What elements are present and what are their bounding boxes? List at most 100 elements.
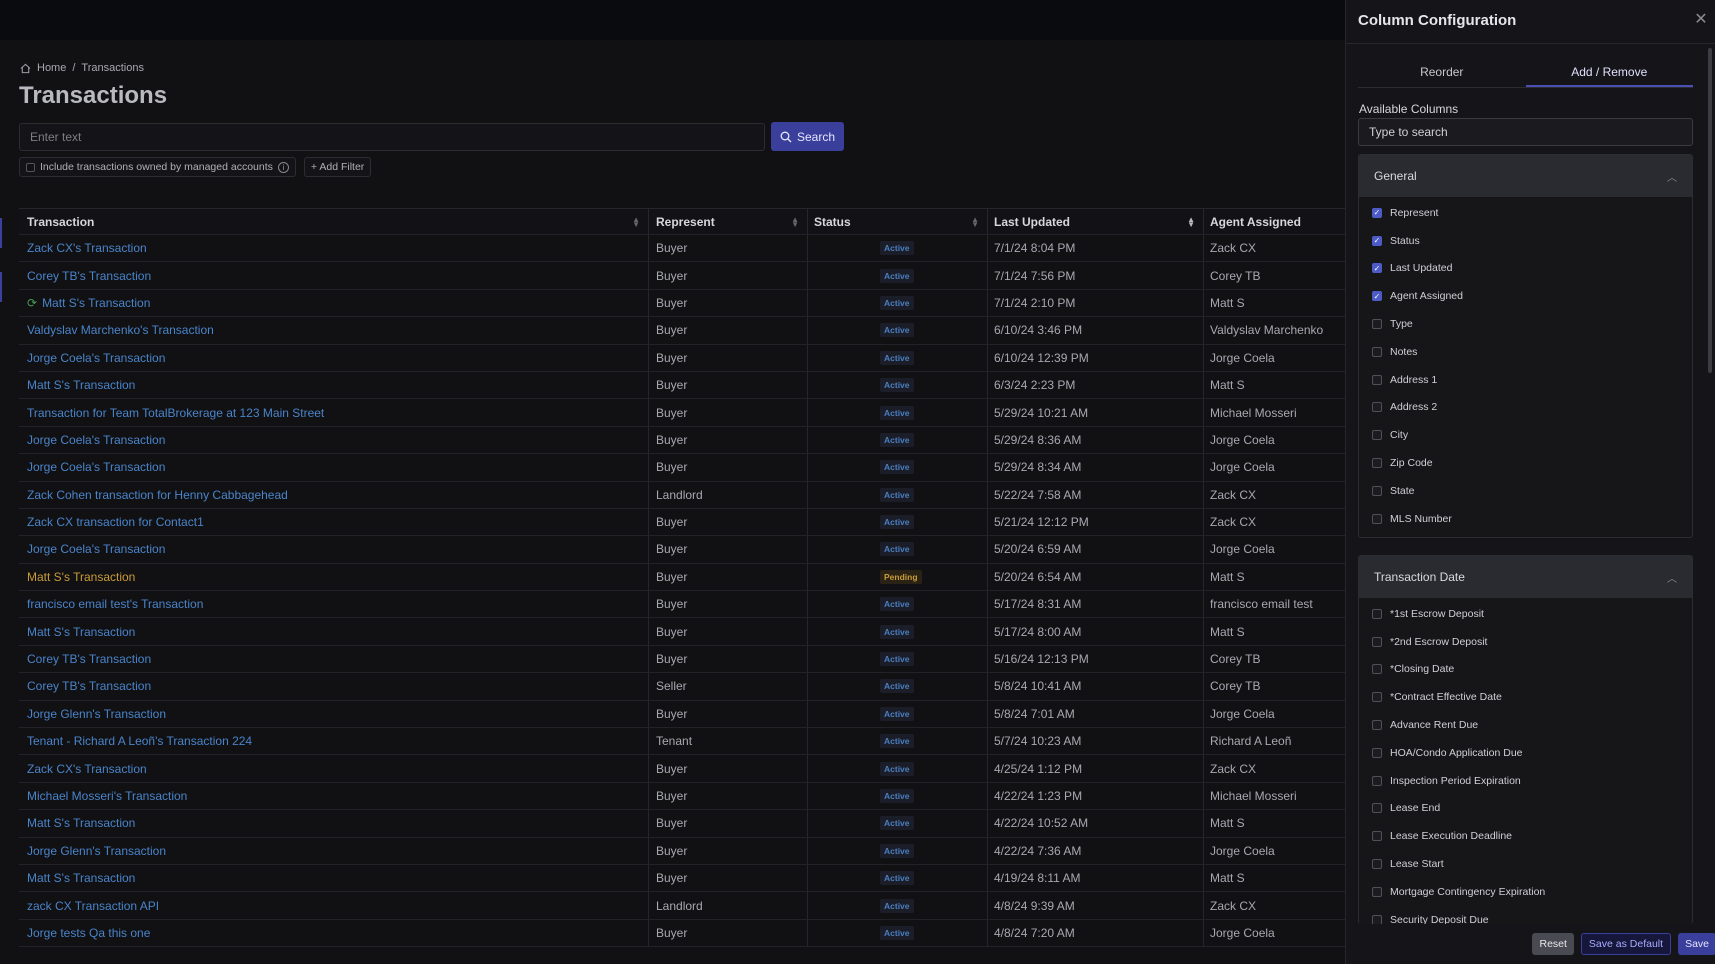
sort-icon[interactable]: ▲ ▼ bbox=[632, 216, 640, 229]
column-option[interactable]: Lease End bbox=[1359, 795, 1692, 823]
table-row[interactable]: francisco email test's Transaction Buyer A… bbox=[19, 591, 1345, 619]
table-row[interactable]: Valdyslav Marchenko's Transaction Buyer Ac… bbox=[19, 317, 1345, 345]
transaction-link[interactable]: Zack CX's Transaction bbox=[27, 762, 147, 776]
column-search-input[interactable] bbox=[1358, 118, 1693, 146]
transaction-link[interactable]: Matt S's Transaction bbox=[42, 296, 150, 310]
column-option[interactable]: City bbox=[1359, 421, 1692, 449]
column-header-status[interactable]: Status ▲ ▼ bbox=[808, 209, 988, 234]
checkbox[interactable]: ✓ bbox=[1372, 235, 1382, 246]
table-row[interactable]: Corey TB's Transaction Buyer Active 7/1/24 … bbox=[19, 262, 1345, 290]
add-filter-button[interactable]: + Add Filter bbox=[303, 157, 372, 177]
checkbox[interactable]: ✓ bbox=[1372, 207, 1382, 218]
table-row[interactable]: Jorge Coela's Transaction Buyer Active 6/10… bbox=[19, 344, 1345, 372]
tab-add-remove[interactable]: Add / Remove bbox=[1525, 60, 1693, 87]
save-as-default-button[interactable]: Save as Default bbox=[1580, 933, 1672, 955]
table-row[interactable]: Matt S's Transaction Buyer Active 4/22/24 1… bbox=[19, 810, 1345, 838]
column-option[interactable]: ✓ Represent bbox=[1359, 199, 1692, 227]
column-option[interactable]: ✓ Last Updated bbox=[1359, 255, 1692, 283]
close-icon[interactable]: ✕ bbox=[1693, 12, 1709, 28]
table-row[interactable]: Transaction for Team TotalBrokerage at 1… bbox=[19, 399, 1345, 427]
table-row[interactable]: Jorge Glenn's Transaction Buyer Active 5/8/… bbox=[19, 700, 1345, 729]
checkbox[interactable] bbox=[1372, 720, 1382, 731]
info-icon[interactable]: i bbox=[277, 161, 289, 173]
sort-desc-icon[interactable]: ▲ ▼ bbox=[1187, 216, 1195, 229]
search-input[interactable] bbox=[19, 123, 765, 151]
checkbox[interactable] bbox=[1372, 831, 1382, 842]
checkbox[interactable] bbox=[1372, 374, 1382, 385]
chevron-up-icon[interactable]: ︿ bbox=[1667, 570, 1677, 585]
column-option[interactable]: ✓ Status bbox=[1359, 227, 1692, 255]
transaction-link[interactable]: Michael Mosseri's Transaction bbox=[27, 789, 187, 803]
checkbox[interactable] bbox=[1372, 803, 1382, 814]
table-row[interactable]: Corey TB's Transaction Buyer Active 5/16/24… bbox=[19, 645, 1345, 674]
column-header-transaction[interactable]: Transaction ▲ ▼ bbox=[19, 209, 649, 234]
chevron-up-icon[interactable]: ︿ bbox=[1667, 169, 1677, 184]
table-row[interactable]: Matt S's Transaction Buyer Active 5/17/24 8… bbox=[19, 618, 1345, 646]
transaction-link[interactable]: Zack Cohen transaction for Henny Cabbage… bbox=[27, 488, 288, 502]
column-option[interactable]: Type bbox=[1359, 310, 1692, 338]
transaction-link[interactable]: Jorge Coela's Transaction bbox=[27, 351, 165, 365]
sort-icon[interactable]: ▲ ▼ bbox=[971, 216, 979, 229]
table-row[interactable]: ⟳ Matt S's Transaction Buyer Active 7/1/24 2… bbox=[19, 289, 1345, 318]
table-row[interactable]: Zack Cohen transaction for Henny Cabbage… bbox=[19, 481, 1345, 509]
sort-icon[interactable]: ▲ ▼ bbox=[791, 216, 799, 229]
transaction-link[interactable]: Corey TB's Transaction bbox=[27, 652, 151, 666]
column-option[interactable]: Notes bbox=[1359, 338, 1692, 366]
checkbox[interactable] bbox=[1372, 319, 1382, 330]
transaction-link[interactable]: Tenant - Richard A Leoñ's Transaction 22… bbox=[27, 734, 252, 748]
transaction-link[interactable]: Jorge Coela's Transaction bbox=[27, 460, 165, 474]
column-header-represent[interactable]: Represent ▲ ▼ bbox=[649, 209, 808, 234]
transaction-link[interactable]: Jorge Coela's Transaction bbox=[27, 433, 165, 447]
table-row[interactable]: Jorge Coela's Transaction Buyer Active 5/29… bbox=[19, 426, 1345, 455]
column-option[interactable]: Address 2 bbox=[1359, 394, 1692, 422]
transaction-link[interactable]: Jorge Coela's Transaction bbox=[27, 542, 165, 556]
checkbox[interactable]: ✓ bbox=[1372, 263, 1382, 274]
transaction-link[interactable]: Transaction for Team TotalBrokerage at 1… bbox=[27, 406, 324, 420]
transaction-link[interactable]: Matt S's Transaction bbox=[27, 871, 135, 885]
table-row[interactable]: Matt S's Transaction Buyer Active 4/19/24 8… bbox=[19, 864, 1345, 893]
column-option[interactable]: *1st Escrow Deposit bbox=[1359, 600, 1692, 628]
checkbox[interactable] bbox=[1372, 859, 1382, 870]
checkbox[interactable] bbox=[1372, 402, 1382, 413]
transaction-link[interactable]: Corey TB's Transaction bbox=[27, 679, 151, 693]
column-option[interactable]: Advance Rent Due bbox=[1359, 711, 1692, 739]
table-row[interactable]: Matt S's Transaction Buyer Pending 5/20/24 … bbox=[19, 563, 1345, 592]
checkbox[interactable] bbox=[1372, 914, 1382, 924]
column-option[interactable]: MLS Number bbox=[1359, 505, 1692, 533]
search-button[interactable]: Search bbox=[771, 122, 844, 151]
transaction-link[interactable]: Valdyslav Marchenko's Transaction bbox=[27, 323, 214, 337]
checkbox[interactable] bbox=[1372, 775, 1382, 786]
checkbox[interactable] bbox=[1372, 636, 1382, 647]
managed-accounts-toggle[interactable]: Include transactions owned by managed ac… bbox=[19, 157, 296, 177]
checkbox[interactable] bbox=[1372, 458, 1382, 469]
home-icon[interactable] bbox=[20, 63, 31, 74]
table-row[interactable]: Zack CX transaction for Contact1 Buyer Act… bbox=[19, 508, 1345, 537]
transaction-link[interactable]: Jorge Glenn's Transaction bbox=[27, 707, 166, 721]
column-header-last-updated[interactable]: Last Updated ▲ ▼ bbox=[988, 209, 1204, 234]
transaction-link[interactable]: Jorge tests Qa this one bbox=[27, 926, 150, 940]
table-row[interactable]: Corey TB's Transaction Seller Active 5/8/24… bbox=[19, 673, 1345, 701]
transaction-link[interactable]: Corey TB's Transaction bbox=[27, 269, 151, 283]
transaction-link[interactable]: Jorge Glenn's Transaction bbox=[27, 844, 166, 858]
table-row[interactable]: Matt S's Transaction Buyer Active 6/3/24 2:… bbox=[19, 371, 1345, 400]
checkbox[interactable] bbox=[1372, 513, 1382, 524]
column-option[interactable]: *2nd Escrow Deposit bbox=[1359, 628, 1692, 656]
checkbox[interactable]: ✓ bbox=[1372, 291, 1382, 302]
checkbox[interactable] bbox=[1372, 485, 1382, 496]
checkbox[interactable] bbox=[1372, 346, 1382, 357]
managed-accounts-checkbox[interactable] bbox=[26, 162, 35, 172]
table-row[interactable]: Jorge Coela's Transaction Buyer Active 5/20… bbox=[19, 536, 1345, 564]
column-option[interactable]: Zip Code bbox=[1359, 449, 1692, 477]
transaction-link[interactable]: Matt S's Transaction bbox=[27, 378, 135, 392]
transaction-link[interactable]: Matt S's Transaction bbox=[27, 816, 135, 830]
reset-button[interactable]: Reset bbox=[1532, 933, 1574, 955]
column-option[interactable]: Mortgage Contingency Expiration bbox=[1359, 878, 1692, 906]
checkbox[interactable] bbox=[1372, 430, 1382, 441]
table-row[interactable]: Zack CX's Transaction Buyer Active 7/1/24 8… bbox=[19, 235, 1345, 263]
column-option[interactable]: ✓ Agent Assigned bbox=[1359, 282, 1692, 310]
transaction-link[interactable]: francisco email test's Transaction bbox=[27, 597, 203, 611]
column-option[interactable]: Inspection Period Expiration bbox=[1359, 767, 1692, 795]
panel-scrollbar[interactable] bbox=[1708, 48, 1712, 373]
column-option[interactable]: *Contract Effective Date bbox=[1359, 683, 1692, 711]
column-header-agent[interactable]: Agent Assigned bbox=[1204, 209, 1345, 234]
